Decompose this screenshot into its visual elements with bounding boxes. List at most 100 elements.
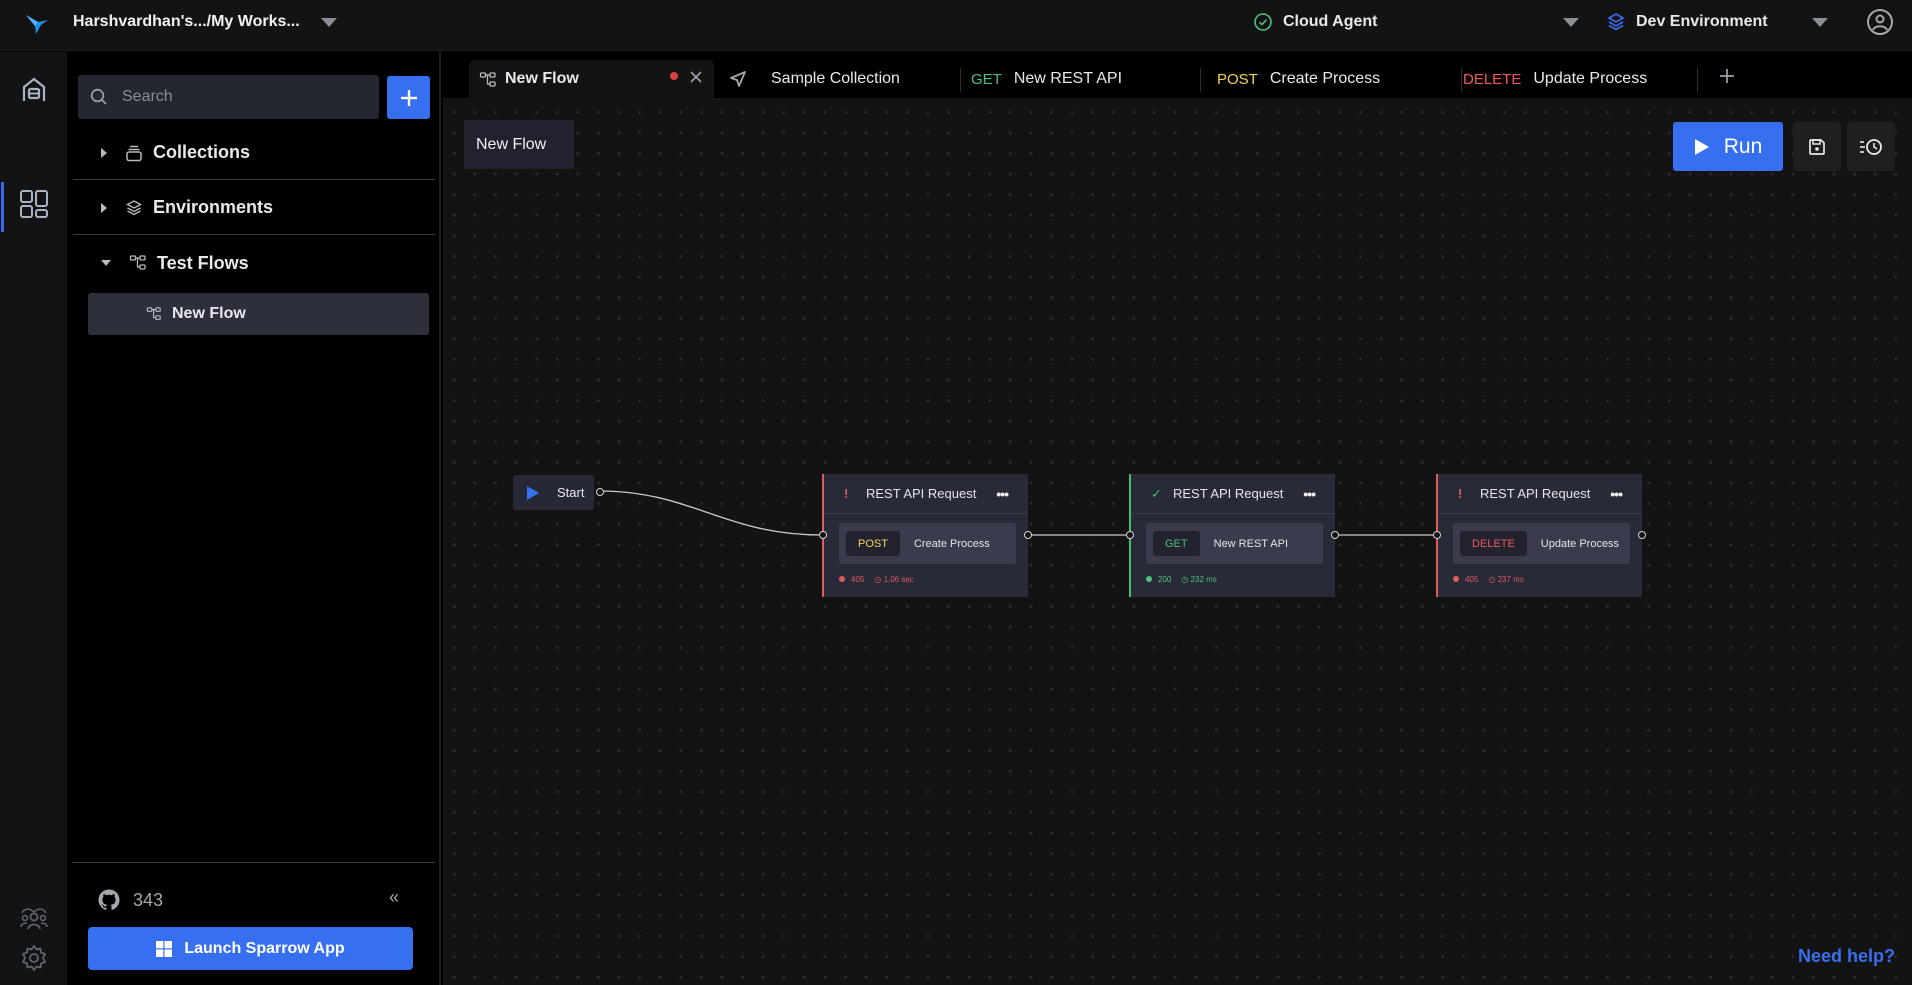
github-star-count: 343 <box>133 889 164 910</box>
tab-separator <box>1461 68 1462 92</box>
flow-name-label[interactable]: New Flow <box>464 120 574 169</box>
chevron-right-icon[interactable] <box>101 202 107 213</box>
sidebar-section-environments[interactable]: Environments <box>73 181 435 235</box>
play-icon <box>1694 138 1709 155</box>
node-response-status: 200 ◷ 232 ms <box>1146 575 1335 584</box>
rail-settings[interactable] <box>0 933 67 983</box>
collection-icon <box>126 145 142 161</box>
check-circle-icon <box>1254 13 1272 31</box>
environment-dropdown-icon[interactable] <box>1812 18 1828 27</box>
history-icon <box>1860 138 1882 155</box>
add-button[interactable] <box>387 76 430 119</box>
github-stars-link[interactable]: 343 <box>97 888 163 912</box>
grid-icon <box>19 190 48 218</box>
request-node[interactable]: ! REST API Request ••• POST Create Proce… <box>822 474 1028 597</box>
tab-label: New REST API <box>1013 70 1123 87</box>
node-output-handle[interactable] <box>1024 531 1032 539</box>
tab-sample-collection[interactable]: Sample Collection <box>729 60 929 98</box>
node-request[interactable]: DELETE Update Process <box>1453 523 1630 564</box>
sidebar-section-collections[interactable]: Collections <box>73 126 435 180</box>
sidebar: Collections Environments Test Flows New … <box>67 52 441 985</box>
clock-icon: ◷ <box>874 575 884 584</box>
start-output-handle[interactable] <box>596 488 604 496</box>
node-title: REST API Request <box>866 486 977 501</box>
flow-canvas[interactable]: New Flow Run Start ! REST API Request ••… <box>443 98 1912 985</box>
tab-bar: New Flow Sample Collection GET New REST … <box>443 52 1912 98</box>
response-time: ◷ 237 ms <box>1488 575 1524 584</box>
add-tab-icon[interactable] <box>1719 68 1735 84</box>
launch-app-label: Launch Sparrow App <box>184 939 345 957</box>
more-options-icon[interactable]: ••• <box>1303 486 1316 502</box>
environment-selector[interactable]: Dev Environment <box>1606 10 1768 34</box>
layers-icon <box>126 199 142 215</box>
tab-delete-update-process[interactable]: DELETE Update Process <box>1463 60 1693 98</box>
request-name: Create Process <box>913 537 990 550</box>
chevron-down-icon[interactable] <box>101 260 111 266</box>
request-name: New REST API <box>1213 537 1289 550</box>
workspace-switcher[interactable]: Harshvardhan's.../My Works... <box>73 13 300 31</box>
tab-new-flow[interactable]: New Flow <box>469 60 714 98</box>
sidebar-section-test-flows[interactable]: Test Flows <box>73 236 435 290</box>
response-time: ◷ 232 ms <box>1181 575 1217 584</box>
collapse-sidebar-button[interactable]: « <box>389 887 399 908</box>
launch-app-button[interactable]: Launch Sparrow App <box>88 927 413 970</box>
node-output-handle[interactable] <box>1638 531 1646 539</box>
search-box[interactable] <box>78 75 379 119</box>
tab-get-new-rest-api[interactable]: GET New REST API <box>971 60 1171 98</box>
workspace-dropdown-icon[interactable] <box>321 18 337 27</box>
node-request[interactable]: POST Create Process <box>839 523 1016 564</box>
flow-item-label: New Flow <box>172 305 246 322</box>
sparrow-logo-icon[interactable] <box>24 12 50 36</box>
windows-icon <box>156 940 173 957</box>
gear-icon <box>21 945 46 971</box>
status-dot-icon <box>839 576 845 582</box>
run-button[interactable]: Run <box>1673 122 1783 171</box>
search-input[interactable] <box>122 88 362 106</box>
status-dot-icon <box>1453 576 1459 582</box>
request-node[interactable]: ✓ REST API Request ••• GET New REST API … <box>1129 474 1335 597</box>
method-badge: DELETE <box>1460 531 1527 556</box>
more-options-icon[interactable]: ••• <box>996 486 1009 502</box>
search-icon <box>90 88 107 105</box>
status-code: 405 <box>1453 575 1478 584</box>
node-output-handle[interactable] <box>1331 531 1339 539</box>
start-node[interactable]: Start <box>513 475 594 510</box>
node-input-handle[interactable] <box>1126 531 1134 539</box>
status-code: 405 <box>839 575 864 584</box>
plus-icon <box>400 89 417 106</box>
tab-post-create-process[interactable]: POST Create Process <box>1217 60 1417 98</box>
user-profile-icon[interactable] <box>1866 8 1894 36</box>
node-request[interactable]: GET New REST API <box>1146 523 1323 564</box>
node-input-handle[interactable] <box>1433 531 1441 539</box>
save-button[interactable] <box>1793 122 1841 171</box>
agent-dropdown-icon[interactable] <box>1563 18 1579 27</box>
sidebar-flow-item[interactable]: New Flow <box>88 293 429 335</box>
node-input-handle[interactable] <box>819 531 827 539</box>
response-time: ◷ 1.06 sec <box>874 575 914 584</box>
close-icon[interactable] <box>689 70 703 84</box>
play-icon <box>527 485 539 500</box>
status-code: 200 <box>1146 575 1171 584</box>
agent-selector[interactable]: Cloud Agent <box>1253 10 1378 34</box>
request-node[interactable]: ! REST API Request ••• DELETE Update Pro… <box>1436 474 1642 597</box>
tab-label: Sample Collection <box>771 70 900 87</box>
rail-workspace[interactable] <box>0 179 67 229</box>
node-header: ! REST API Request ••• <box>824 474 1028 514</box>
tab-separator <box>1200 68 1201 92</box>
node-title: REST API Request <box>1480 486 1591 501</box>
success-check-icon: ✓ <box>1151 485 1162 501</box>
top-bar: Harshvardhan's.../My Works... Cloud Agen… <box>0 0 1912 51</box>
need-help-link[interactable]: Need help? <box>1798 946 1895 967</box>
agent-label: Cloud Agent <box>1283 13 1378 30</box>
sidebar-section-label: Environments <box>153 197 274 217</box>
tab-label: Update Process <box>1533 70 1648 87</box>
layers-icon <box>1607 13 1625 31</box>
more-options-icon[interactable]: ••• <box>1610 486 1623 502</box>
run-history-button[interactable] <box>1847 122 1895 171</box>
chevron-right-icon[interactable] <box>101 147 107 158</box>
node-response-status: 405 ◷ 1.06 sec <box>839 575 1028 584</box>
rail-home[interactable] <box>0 65 67 115</box>
sidebar-section-label: Collections <box>153 142 251 162</box>
sidebar-divider <box>72 862 435 863</box>
error-icon: ! <box>1458 486 1463 501</box>
